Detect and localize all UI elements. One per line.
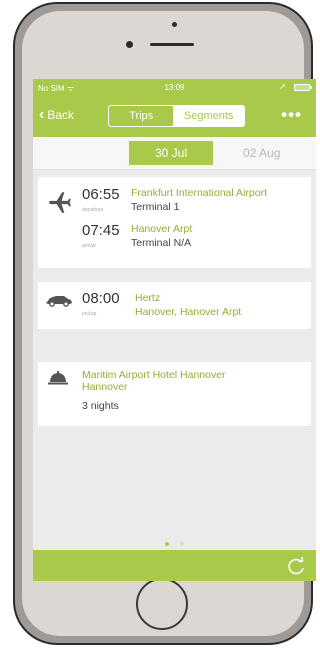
hotel-bell-icon (48, 371, 68, 385)
departure-label: departure (82, 207, 104, 213)
battery-icon (294, 84, 312, 91)
car-segment-card[interactable]: 08:00 pickup Hertz Hanover, Hanover Arpt (38, 282, 311, 329)
page-dot-inactive (179, 542, 184, 546)
flight-segment-card[interactable]: 06:55 departure Frankfurt International … (38, 177, 311, 268)
departure-airport: Frankfurt International Airport (131, 187, 267, 199)
tab-segments[interactable]: Segments (173, 106, 244, 126)
pickup-label: pickup (82, 311, 97, 317)
pickup-time: 08:00 (82, 290, 120, 307)
car-location: Hanover, Hanover Arpt (135, 306, 242, 318)
location-arrow-icon: ➚ (279, 82, 286, 91)
departure-terminal: Terminal 1 (131, 201, 180, 213)
date-selected[interactable]: 30 Jul (129, 141, 213, 165)
bottom-toolbar (33, 550, 316, 581)
back-button[interactable]: ‹ Back (39, 107, 74, 123)
arrival-airport: Hanover Arpt (131, 223, 193, 235)
car-company: Hertz (135, 292, 161, 304)
date-other[interactable]: 02 Aug (243, 146, 280, 160)
back-label: Back (47, 108, 75, 122)
arrival-time: 07:45 (82, 222, 120, 239)
earpiece-speaker (150, 43, 194, 46)
more-button[interactable]: ••• (281, 105, 302, 125)
arrival-terminal: Terminal N/A (131, 237, 192, 249)
chevron-left-icon: ‹ (39, 106, 45, 123)
clock: 13:09 (164, 83, 185, 92)
departure-time: 06:55 (82, 186, 120, 203)
date-selector: 30 Jul 02 Aug (33, 137, 316, 170)
refresh-icon[interactable] (286, 556, 306, 576)
status-bar: No SIM ᯤ 13:09 ➚ (33, 79, 316, 97)
nav-bar: ‹ Back Trips Segments ••• (33, 97, 316, 137)
page-dot-active (165, 542, 170, 546)
hotel-nights: 3 nights (82, 400, 119, 412)
app-screen: No SIM ᯤ 13:09 ➚ ‹ Back Trips Segments •… (33, 79, 316, 581)
hotel-segment-card[interactable]: Maritim Airport Hotel Hannover Hannover … (38, 362, 311, 426)
front-camera (126, 41, 133, 48)
hotel-name-line1: Maritim Airport Hotel Hannover (82, 369, 226, 381)
hotel-name-line2: Hannover (82, 381, 128, 393)
home-button[interactable] (136, 578, 188, 630)
arrival-label: arrival (82, 243, 96, 249)
airplane-icon (49, 192, 71, 213)
car-icon (46, 296, 72, 307)
proximity-sensor (172, 22, 177, 27)
page-indicator (33, 533, 316, 551)
tab-trips[interactable]: Trips (109, 106, 173, 126)
segmented-control: Trips Segments (108, 105, 245, 127)
